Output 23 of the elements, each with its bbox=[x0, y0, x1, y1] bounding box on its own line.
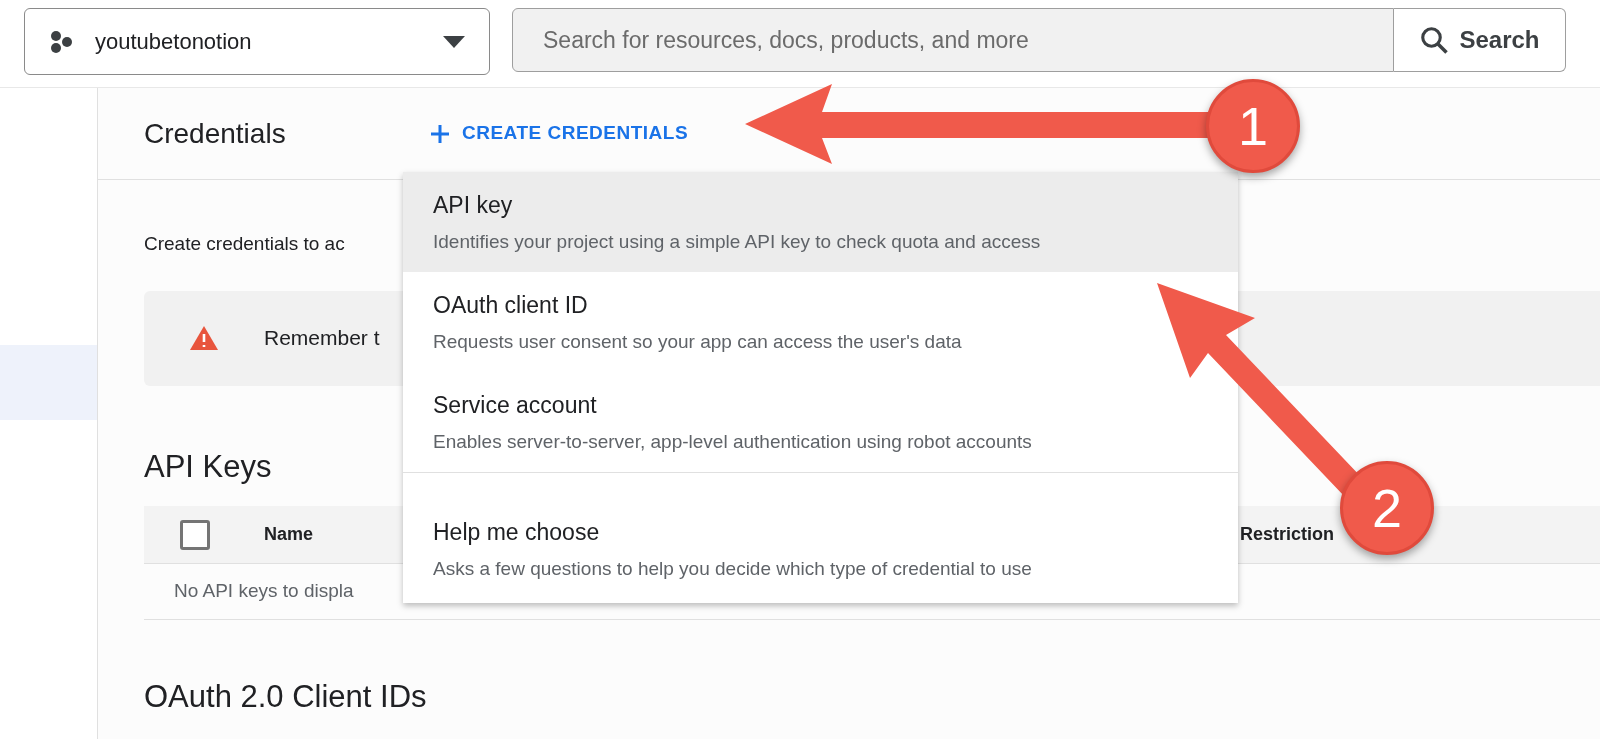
project-selector[interactable]: youtubetonotion bbox=[24, 8, 490, 75]
create-credentials-button[interactable]: CREATE CREDENTIALS bbox=[430, 119, 689, 148]
intro-text: Create credentials to ac bbox=[144, 232, 346, 256]
section-title: OAuth 2.0 Client IDs bbox=[144, 678, 427, 716]
hexagons-icon bbox=[49, 30, 75, 53]
page-title: Credentials bbox=[144, 116, 287, 151]
plus-icon bbox=[430, 123, 450, 144]
warning-text: Remember t bbox=[264, 325, 380, 352]
column-header: Name bbox=[264, 523, 314, 546]
search-icon bbox=[1419, 25, 1450, 55]
empty-message: No API keys to displa bbox=[174, 579, 354, 604]
menu-item[interactable]: Service account Enables server-to-server, app-level authentication using robot accounts bbox=[403, 372, 1238, 472]
search-button[interactable]: Search bbox=[1394, 8, 1566, 72]
dropdown-caret-icon bbox=[443, 35, 465, 48]
menu-item[interactable]: API key Identifies your project using a simple API key to check quota and access bbox=[403, 172, 1238, 272]
callout-badge: 1 bbox=[1206, 79, 1300, 173]
column-header: Restriction bbox=[1240, 523, 1335, 546]
checkbox[interactable] bbox=[180, 519, 210, 550]
section-title: API Keys bbox=[144, 447, 272, 486]
search-field[interactable]: Search for resources, docs, products, and more bbox=[512, 8, 1394, 72]
warning-icon bbox=[190, 326, 218, 350]
menu-item[interactable]: Help me choose Asks a few questions to help you decide which type of credential to use bbox=[403, 495, 1238, 603]
menu-item[interactable]: OAuth client ID Requests user consent so your app can access the user's data bbox=[403, 272, 1238, 372]
